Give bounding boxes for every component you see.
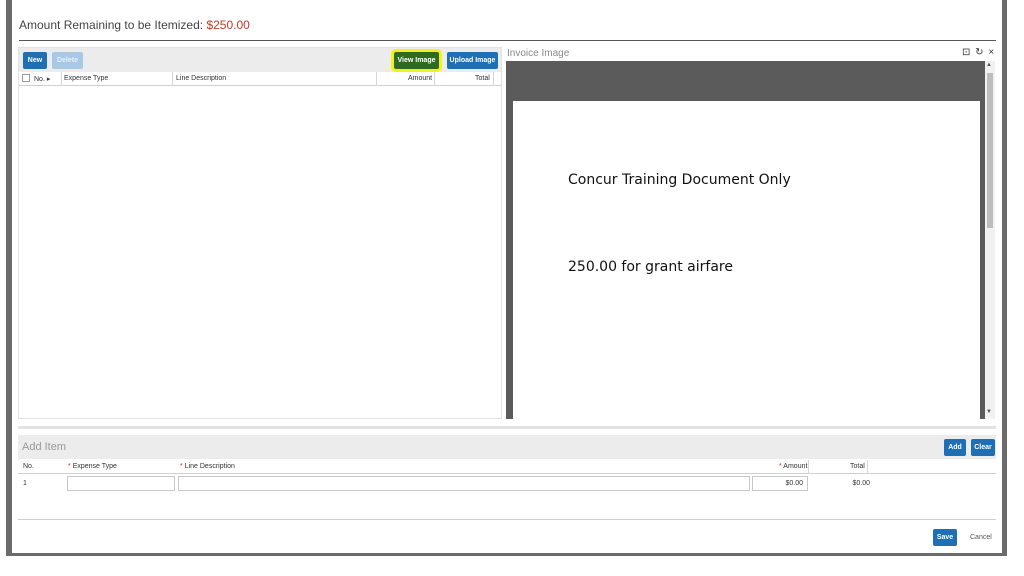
- amount-remaining: Amount Remaining to be Itemized: $250.00: [19, 18, 250, 32]
- scroll-up-arrow-icon[interactable]: ▲: [986, 62, 992, 68]
- column-separator: [434, 72, 435, 86]
- column-no[interactable]: No. ▸: [34, 75, 50, 83]
- required-marker: *: [180, 463, 183, 470]
- background-right-edge: [1002, 0, 1007, 556]
- save-button[interactable]: Save: [933, 529, 957, 546]
- document-line-2: 250.00 for grant airfare: [568, 259, 733, 275]
- form-divider: [18, 519, 996, 520]
- column-total[interactable]: Total: [475, 75, 490, 82]
- row-total-value: $0.00: [852, 480, 870, 487]
- invoice-document-page: Concur Training Document Only 250.00 for…: [513, 101, 980, 419]
- list-column-header: No. ▸ Expense Type Line Description Amou…: [19, 72, 501, 86]
- add-item-bar: Add Item Add Clear: [18, 435, 996, 459]
- invoice-scrollbar[interactable]: ▲ ▼: [985, 61, 995, 419]
- add-item-row: 1 $0.00: [18, 474, 996, 494]
- invoice-image-title: Invoice Image: [507, 48, 570, 59]
- new-button[interactable]: New: [23, 52, 47, 69]
- list-toolbar: New Delete View Image Upload Image: [19, 48, 501, 72]
- column-line-description[interactable]: Line Description: [176, 75, 226, 82]
- column-amount[interactable]: Amount: [408, 75, 432, 82]
- required-marker: *: [779, 463, 782, 470]
- add-col-expense-type: * Expense Type: [68, 463, 117, 470]
- amount-remaining-value: $250.00: [206, 18, 250, 32]
- column-separator: [493, 72, 494, 86]
- add-item-column-header: No. * Expense Type * Line Description * …: [18, 460, 996, 474]
- required-marker: *: [68, 463, 71, 470]
- itemization-modal: Amount Remaining to be Itemized: $250.00…: [12, 0, 1002, 553]
- background-bottom-edge: [6, 553, 1007, 556]
- add-item-title: Add Item: [22, 441, 67, 453]
- add-button[interactable]: Add: [944, 439, 966, 456]
- cancel-link[interactable]: Cancel: [970, 534, 992, 541]
- column-expense-type[interactable]: Expense Type: [64, 75, 108, 82]
- add-col-total: Total: [850, 463, 865, 470]
- amount-remaining-label: Amount Remaining to be Itemized:: [19, 18, 204, 32]
- expense-type-input[interactable]: [67, 476, 175, 491]
- column-separator: [61, 72, 62, 86]
- document-line-1: Concur Training Document Only: [568, 172, 791, 188]
- add-item-row-number: 1: [23, 480, 27, 487]
- panel-splitter[interactable]: [18, 426, 996, 429]
- line-description-input[interactable]: [178, 476, 750, 491]
- column-separator: [376, 72, 377, 86]
- view-image-button[interactable]: View Image: [394, 52, 439, 69]
- column-separator: [172, 72, 173, 86]
- delete-button[interactable]: Delete: [52, 52, 83, 69]
- select-all-checkbox[interactable]: [22, 74, 30, 82]
- upload-image-button[interactable]: Upload Image: [447, 52, 498, 69]
- column-separator: [867, 460, 868, 474]
- scrollbar-thumb[interactable]: [987, 73, 993, 228]
- column-separator: [808, 460, 809, 474]
- add-col-no: No.: [23, 463, 34, 470]
- clear-button[interactable]: Clear: [971, 439, 995, 456]
- sort-indicator-icon: ▸: [46, 76, 51, 83]
- header-divider: [19, 40, 996, 41]
- invoice-image-viewer[interactable]: Concur Training Document Only 250.00 for…: [506, 61, 985, 419]
- amount-input[interactable]: [752, 476, 808, 491]
- itemization-list-panel: New Delete View Image Upload Image No. ▸…: [18, 47, 502, 419]
- invoice-controls-icons[interactable]: ⊡ ↻ ×: [962, 47, 995, 58]
- add-col-line-description: * Line Description: [180, 463, 235, 470]
- invoice-window-controls[interactable]: ⊡ ↻ ×: [962, 47, 995, 58]
- add-col-amount: * Amount: [779, 463, 808, 470]
- scroll-down-arrow-icon[interactable]: ▼: [986, 409, 992, 415]
